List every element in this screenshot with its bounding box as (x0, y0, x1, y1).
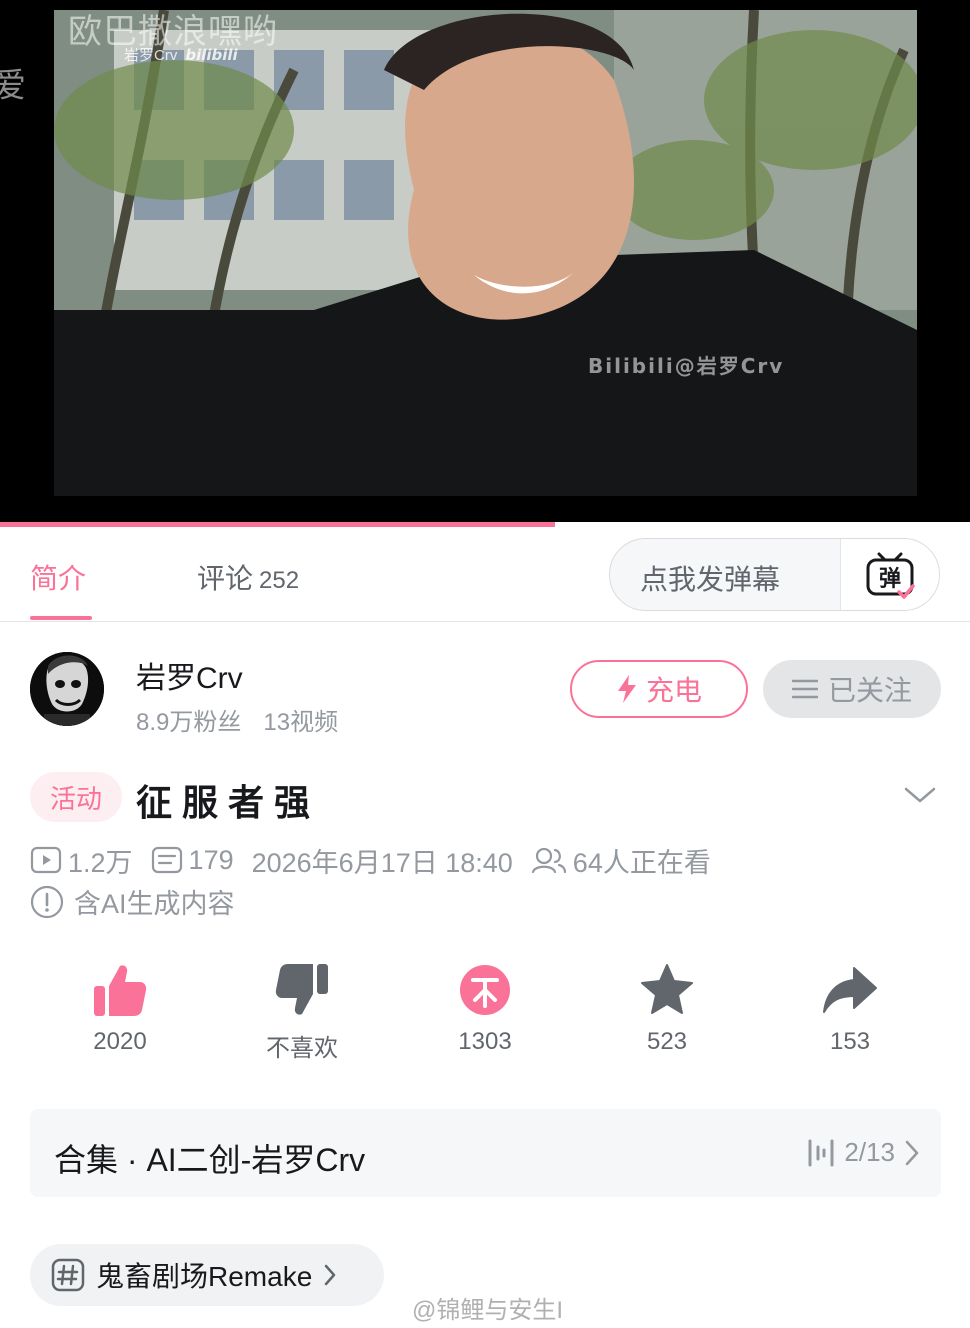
share-count: 153 (829, 1028, 871, 1055)
tab-comments[interactable]: 评论 252 (197, 557, 299, 597)
avatar-image (30, 652, 104, 726)
tag-label: 鬼畜剧场Remake (96, 1261, 313, 1292)
chevron-right-icon (325, 1264, 336, 1286)
ai-content-notice: 含AI生成内容 (30, 882, 235, 921)
danmaku-icon: 弹 (866, 552, 915, 599)
activity-badge[interactable]: 活动 (30, 772, 122, 822)
chevron-right-icon (905, 1140, 919, 1165)
collection-title: 合集 · AI二创-岩罗Crv (54, 1142, 366, 1178)
like-button[interactable]: 2020 (50, 962, 190, 1056)
uploader-name[interactable]: 岩罗Crv (136, 653, 243, 697)
danmaku-count-icon (151, 846, 182, 874)
watching-stat: 64人正在看 (531, 841, 711, 880)
share-button[interactable]: 153 (780, 962, 920, 1056)
uploader-fans: 8.9万粉丝 (136, 709, 242, 736)
star-icon (641, 964, 693, 1014)
info-icon (30, 885, 64, 918)
video-stats: 1.2万 179 2026年6月17日 18:40 64人正在看 (30, 840, 729, 880)
coin-icon (460, 965, 510, 1015)
thumbs-up-icon (94, 965, 147, 1016)
play-count-stat: 1.2万 (30, 841, 133, 880)
uploader-avatar[interactable] (30, 652, 104, 726)
follow-button-label: 已关注 (827, 675, 912, 706)
danmaku-count-stat: 179 (151, 845, 234, 876)
lightning-icon (617, 675, 636, 703)
uploader-video-count: 13视频 (263, 709, 339, 736)
tab-bar: 简介 评论 252 点我发弹幕 弹 (0, 527, 970, 622)
coin-count: 1303 (458, 1028, 512, 1055)
danmaku-count: 179 (188, 844, 234, 875)
publish-datetime: 2026年6月17日 18:40 (251, 847, 513, 878)
video-edge-text: 爱 (0, 66, 26, 106)
playlist-icon (808, 1139, 834, 1166)
danmaku-input-box[interactable]: 点我发弹幕 弹 (609, 538, 940, 611)
expand-chevron-button[interactable] (903, 785, 937, 810)
video-title: 征服者强 (136, 782, 321, 823)
video-player[interactable]: 欧巴撒浪嘿哟 岩罗Crv bilibili Bilibili@岩罗Crv 爱 (0, 0, 970, 522)
favorite-count: 523 (646, 1028, 688, 1055)
charge-button[interactable]: 充电 (570, 660, 748, 718)
hashtag-icon (51, 1258, 85, 1292)
tab-comments-count: 252 (259, 567, 300, 594)
video-scene (54, 10, 917, 496)
people-icon (531, 847, 566, 874)
collection-card[interactable]: 合集 · AI二创-岩罗Crv 2/13 (30, 1109, 941, 1197)
tab-active-indicator (30, 616, 92, 620)
charge-button-label: 充电 (645, 675, 702, 706)
share-arrow-icon (823, 967, 877, 1013)
follow-button[interactable]: 已关注 (763, 660, 941, 718)
watching-count: 64人正在看 (572, 847, 711, 878)
tag-chip[interactable]: 鬼畜剧场Remake (30, 1244, 384, 1306)
danmaku-toggle-button[interactable]: 弹 (840, 539, 939, 610)
dislike-button[interactable]: 不喜欢 (232, 962, 372, 1063)
like-count: 2020 (93, 1028, 147, 1055)
video-frame[interactable]: 欧巴撒浪嘿哟 岩罗Crv bilibili Bilibili@岩罗Crv (54, 10, 917, 496)
danmaku-icon-char: 弹 (879, 567, 901, 592)
favorite-button[interactable]: 523 (597, 962, 737, 1056)
thumbs-down-icon (275, 964, 328, 1015)
play-icon (30, 846, 62, 874)
uploader-meta: 8.9万粉丝 13视频 (136, 702, 338, 737)
source-watermark: @锦鲤与安生I (412, 1297, 564, 1324)
ai-content-label: 含AI生成内容 (74, 889, 235, 919)
video-watermark-small: 岩罗Crv bilibili (124, 44, 238, 65)
danmaku-input[interactable]: 点我发弹幕 (640, 558, 780, 598)
video-watermark-center: Bilibili@岩罗Crv (588, 354, 785, 378)
watermark-author: 岩罗Crv (124, 47, 178, 64)
watermark-logo: bilibili (185, 46, 238, 64)
collection-progress: 2/13 (806, 1137, 921, 1168)
chevron-down-icon (904, 787, 936, 803)
tab-comments-label: 评论 (197, 563, 254, 594)
coin-button[interactable]: 1303 (415, 962, 555, 1056)
tab-intro[interactable]: 简介 (30, 557, 86, 597)
play-count: 1.2万 (68, 847, 133, 878)
collection-progress-text: 2/13 (844, 1137, 895, 1167)
dislike-label: 不喜欢 (266, 1035, 338, 1062)
menu-icon (791, 679, 818, 699)
